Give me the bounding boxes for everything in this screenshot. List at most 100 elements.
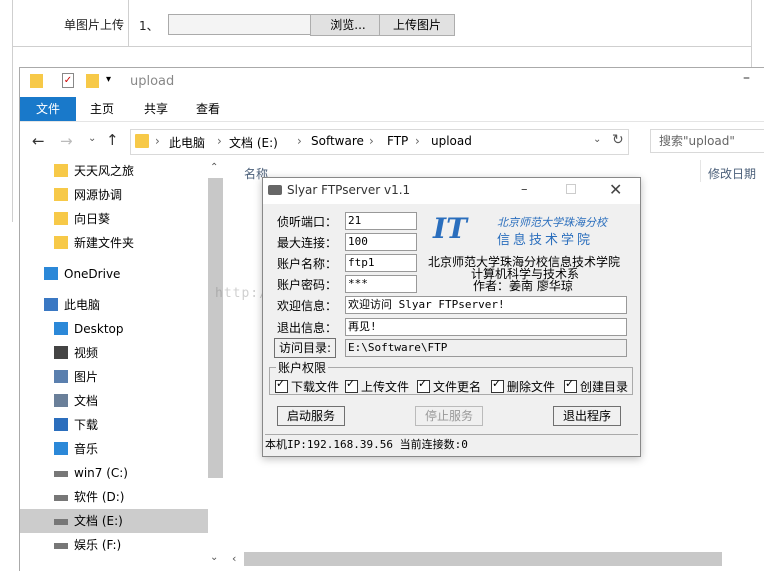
address-bar[interactable]: › 此电脑 › 文档 (E:) › Software › FTP › uploa…: [130, 129, 629, 155]
music-icon: [54, 442, 68, 455]
forward-icon[interactable]: →: [60, 132, 73, 150]
breadcrumb-this-pc[interactable]: 此电脑: [169, 134, 205, 151]
breadcrumb-drive-e[interactable]: 文档 (E:): [229, 134, 278, 151]
nav-item[interactable]: 音乐: [20, 437, 208, 461]
drive-icon: [54, 471, 68, 477]
welcome-input[interactable]: 欢迎访问 Slyar FTPserver!: [345, 296, 627, 314]
exit-input[interactable]: 再见!: [345, 318, 627, 336]
nav-item[interactable]: 下载: [20, 413, 208, 437]
minimize-icon[interactable]: –: [521, 182, 528, 197]
account-name-input[interactable]: ftp1: [345, 254, 417, 272]
breadcrumb-upload[interactable]: upload: [431, 134, 472, 148]
address-row: ← → ⌄ ↑ › 此电脑 › 文档 (E:) › Software › FTP…: [20, 126, 764, 156]
ribbon-tabs: 文件 主页 共享 查看: [20, 97, 764, 122]
perm-rename-label: 文件更名: [433, 380, 482, 394]
horizontal-scrollbar[interactable]: [244, 552, 722, 566]
tab-home[interactable]: 主页: [78, 97, 126, 121]
breadcrumb-sep: ›: [155, 134, 160, 148]
document-icon: [54, 394, 68, 407]
nav-item[interactable]: 文档 (E:): [20, 509, 208, 533]
folder-icon: [54, 212, 68, 225]
account-name-label: 账户名称：: [277, 257, 338, 271]
perm-download-label: 下载文件: [291, 380, 340, 394]
tab-share[interactable]: 共享: [132, 97, 180, 121]
hscroll-left-icon[interactable]: ‹: [232, 552, 236, 565]
nav-vertical-scrollbar[interactable]: [208, 178, 223, 478]
nav-item-label: OneDrive: [64, 267, 121, 281]
folder-icon: [54, 164, 68, 177]
max-connections-input[interactable]: 100: [345, 233, 417, 251]
nav-item[interactable]: Desktop: [20, 317, 208, 341]
nav-item[interactable]: 天天风之旅: [20, 159, 208, 183]
listen-port-label: 侦听端口：: [277, 215, 338, 229]
recent-locations-icon[interactable]: ⌄: [88, 133, 96, 144]
nav-item[interactable]: 此电脑: [20, 293, 208, 317]
exit-label: 退出信息：: [277, 321, 338, 335]
authors-text: 作者：姜南 廖华琼: [473, 279, 573, 293]
perm-upload-label: 上传文件: [361, 380, 410, 394]
perm-rename-checkbox[interactable]: 文件更名: [417, 377, 482, 395]
breadcrumb-sep: ›: [369, 134, 374, 148]
nav-item-label: 视频: [74, 346, 99, 360]
perm-delete-checkbox[interactable]: 删除文件: [491, 377, 556, 395]
properties-icon[interactable]: ✓: [62, 73, 74, 88]
max-connections-label: 最大连接：: [277, 236, 338, 250]
single-upload-label: 单图片上传: [64, 18, 125, 32]
up-icon[interactable]: ↑: [106, 131, 119, 149]
nav-item[interactable]: win7 (C:): [20, 461, 208, 485]
breadcrumb-software[interactable]: Software: [311, 134, 364, 148]
nav-item-label: 图片: [74, 370, 99, 384]
listen-port-input[interactable]: 21: [345, 212, 417, 230]
directory-input[interactable]: E:\Software\FTP: [345, 339, 627, 357]
search-input[interactable]: 搜索"upload": [650, 129, 764, 153]
breadcrumb-sep: ›: [217, 134, 222, 148]
nav-item[interactable]: 图片: [20, 365, 208, 389]
drive-icon: [54, 495, 68, 501]
tab-view[interactable]: 查看: [184, 97, 232, 121]
perm-mkdir-checkbox[interactable]: 创建目录: [564, 377, 628, 395]
permissions-group-label: 账户权限: [276, 359, 329, 376]
nav-item[interactable]: 新建文件夹: [20, 231, 208, 255]
nav-item-label: Desktop: [74, 322, 124, 336]
nav-item-label: 下载: [74, 418, 99, 432]
nav-item[interactable]: 软件 (D:): [20, 485, 208, 509]
quit-program-button[interactable]: 退出程序: [553, 406, 621, 426]
computer-icon: [44, 298, 58, 311]
breadcrumb-ftp[interactable]: FTP: [387, 134, 408, 148]
refresh-icon[interactable]: ↻: [612, 132, 624, 148]
folder-icon: [135, 134, 149, 148]
file-path-input[interactable]: [168, 14, 322, 35]
folder-icon: [54, 236, 68, 249]
nav-item[interactable]: 向日葵: [20, 207, 208, 231]
quick-access-folder-icon[interactable]: [30, 74, 43, 88]
minimize-icon[interactable]: –: [743, 70, 750, 86]
new-folder-icon[interactable]: [86, 74, 99, 88]
directory-button[interactable]: 访问目录:: [274, 338, 336, 358]
address-dropdown-icon[interactable]: ⌄: [593, 134, 601, 145]
upload-image-button[interactable]: 上传图片: [379, 14, 455, 36]
back-icon[interactable]: ←: [32, 132, 45, 150]
nav-item[interactable]: 网源协调: [20, 183, 208, 207]
close-icon[interactable]: ✕: [609, 180, 622, 199]
customize-toolbar-icon[interactable]: ▾: [106, 74, 111, 85]
account-password-input[interactable]: ***: [345, 275, 417, 293]
perm-upload-checkbox[interactable]: 上传文件: [345, 377, 410, 395]
logo-college-name: 信息技术学院: [497, 233, 594, 248]
dialog-titlebar: Slyar FTPserver v1.1 – ✕: [263, 178, 640, 204]
browse-button[interactable]: 浏览...: [310, 14, 386, 36]
breadcrumb-sep: ›: [297, 134, 302, 148]
drive-icon: [54, 519, 68, 525]
start-service-button[interactable]: 启动服务: [277, 406, 345, 426]
perm-download-checkbox[interactable]: 下载文件: [275, 377, 340, 395]
nav-item[interactable]: OneDrive: [20, 262, 208, 286]
tab-file[interactable]: 文件: [20, 97, 76, 121]
ftp-server-dialog: Slyar FTPserver v1.1 – ✕ 侦听端口： 21 最大连接： …: [262, 177, 641, 457]
nav-item[interactable]: 视频: [20, 341, 208, 365]
nav-item-label: 软件 (D:): [74, 490, 125, 504]
perm-delete-label: 删除文件: [507, 380, 556, 394]
nav-item[interactable]: 文档: [20, 389, 208, 413]
column-header-modified[interactable]: 修改日期: [708, 165, 756, 182]
navigation-pane: 天天风之旅 网源协调 向日葵 新建文件夹 OneDrive 此电脑 Desktop 视频图片文…: [20, 158, 225, 572]
nav-item[interactable]: 娱乐 (F:): [20, 533, 208, 557]
nav-item-label: 此电脑: [64, 298, 101, 312]
